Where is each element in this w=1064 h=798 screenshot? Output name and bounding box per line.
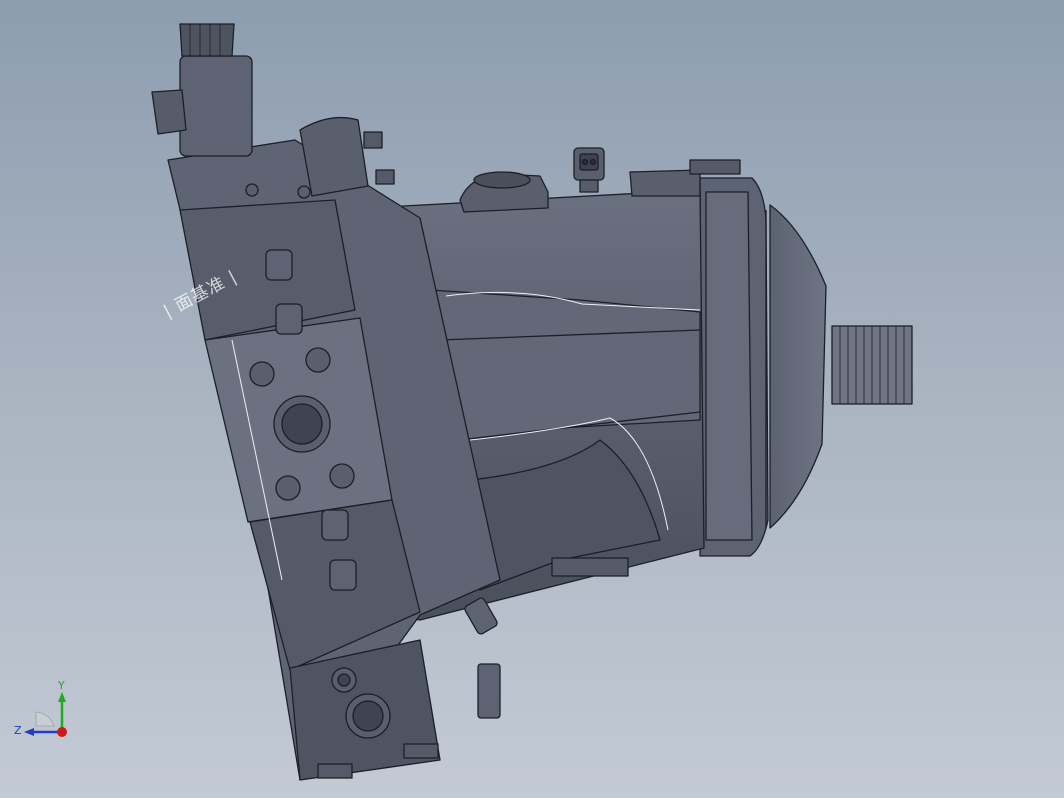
sensor-connector [573, 147, 605, 193]
z-axis-arrow-icon [24, 728, 34, 736]
graphics-viewport[interactable]: | 面基准 | Y Z [0, 0, 1064, 798]
z-axis-label: Z [14, 724, 22, 737]
front-cone [699, 177, 827, 557]
triad-plane-icon [35, 711, 55, 727]
orientation-triad[interactable]: Y Z [10, 676, 80, 746]
y-axis-arrow-icon [58, 692, 66, 702]
x-axis-icon [57, 727, 67, 737]
y-axis-label: Y [57, 679, 65, 692]
splined-shaft [831, 325, 913, 405]
hydraulic-motor-model[interactable] [0, 0, 1064, 798]
